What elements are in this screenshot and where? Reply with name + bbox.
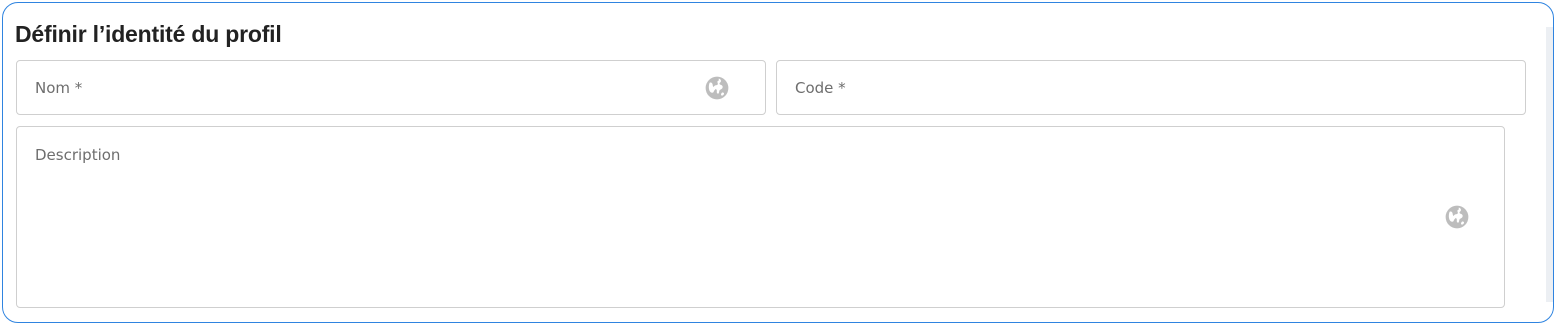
globe-icon-graphic xyxy=(705,76,729,100)
description-textarea[interactable] xyxy=(17,127,1504,307)
description-field[interactable] xyxy=(16,126,1505,308)
globe-icon[interactable] xyxy=(704,75,730,101)
section-title: Définir l’identité du profil xyxy=(15,21,282,47)
profile-identity-panel: Définir l’identité du profil xyxy=(2,2,1554,323)
code-input[interactable] xyxy=(777,61,1525,114)
code-field[interactable] xyxy=(776,60,1526,115)
scrollbar-track[interactable] xyxy=(1546,27,1553,302)
nom-field[interactable] xyxy=(16,60,766,115)
globe-icon-graphic xyxy=(1445,205,1469,229)
globe-icon[interactable] xyxy=(1444,204,1470,230)
nom-input[interactable] xyxy=(17,61,765,114)
